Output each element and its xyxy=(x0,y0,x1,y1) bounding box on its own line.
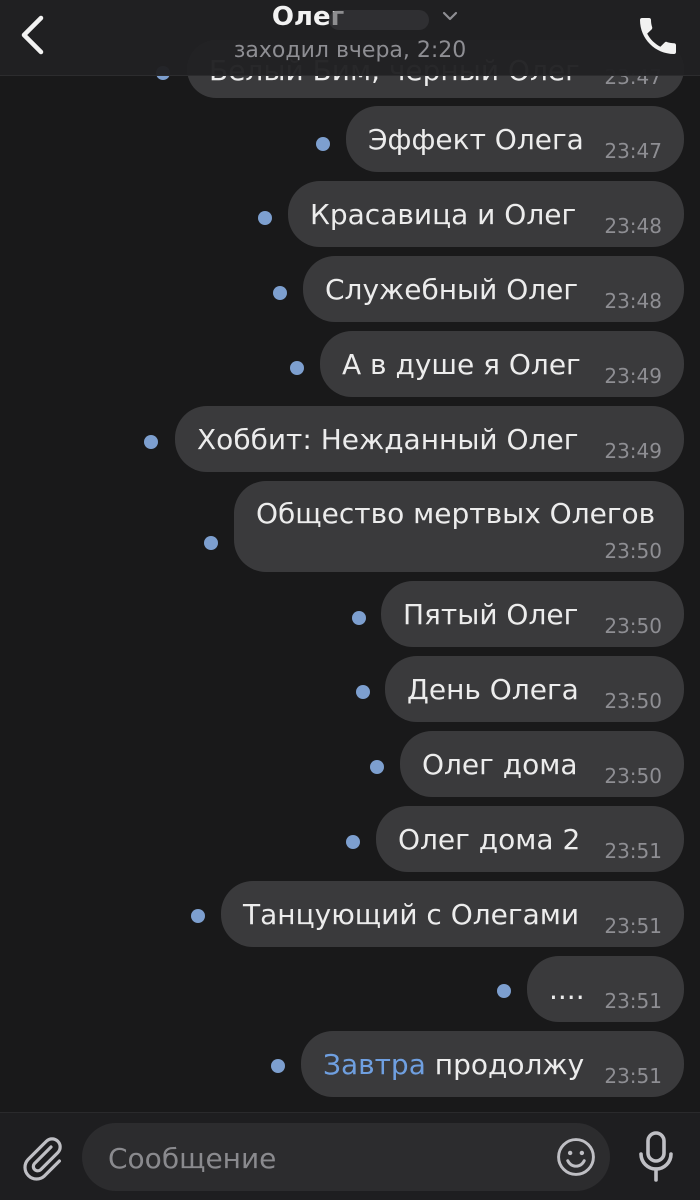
unread-indicator xyxy=(346,835,360,849)
unread-indicator xyxy=(356,685,370,699)
message-bubble[interactable]: А в душе я Олег 23:49 xyxy=(320,331,684,397)
message-text-rest: продолжу xyxy=(425,1048,585,1081)
message-bubble[interactable]: Завтра продолжу 23:51 xyxy=(301,1031,684,1097)
chat-screen: Белый Бим, черный Олег 23:47 Эффект Олег… xyxy=(0,0,700,1200)
message-time: 23:51 xyxy=(604,914,662,938)
message-input-box[interactable] xyxy=(82,1123,610,1191)
dropdown-chevron-icon xyxy=(442,11,458,21)
message-bubble[interactable]: .... 23:51 xyxy=(527,956,684,1022)
message-text: Эффект Олега xyxy=(368,123,584,156)
unread-indicator xyxy=(204,536,218,550)
unread-indicator xyxy=(258,211,272,225)
back-button[interactable] xyxy=(10,8,56,60)
message-text: Служебный Олег xyxy=(325,273,579,306)
message-time: 23:50 xyxy=(604,539,662,563)
message-time: 23:48 xyxy=(604,214,662,238)
unread-indicator xyxy=(290,361,304,375)
message-bubble[interactable]: Общество мертвых Олегов 23:50 xyxy=(234,481,684,572)
message-input[interactable] xyxy=(106,1133,550,1183)
message-time: 23:50 xyxy=(604,764,662,788)
message-text: Олег дома 2 xyxy=(398,823,581,856)
message-time: 23:51 xyxy=(604,839,662,863)
paperclip-icon xyxy=(23,1137,62,1181)
unread-indicator xyxy=(191,909,205,923)
chat-header: Олег заходил вчера, 2:20 xyxy=(0,0,700,76)
message-time: 23:49 xyxy=(604,364,662,388)
message-time: 23:49 xyxy=(604,439,662,463)
message-list[interactable]: Белый Бим, черный Олег 23:47 Эффект Олег… xyxy=(0,0,700,1112)
back-chevron-icon xyxy=(21,15,44,55)
message-bubble[interactable]: Олег дома 2 23:51 xyxy=(376,806,684,872)
message-bubble[interactable]: Хоббит: Нежданный Олег 23:49 xyxy=(175,406,684,472)
emoji-icon xyxy=(557,1138,595,1176)
message-time: 23:50 xyxy=(604,614,662,638)
message-link[interactable]: Завтра xyxy=(323,1048,426,1081)
message-text: Хоббит: Нежданный Олег xyxy=(197,423,579,456)
message-text: Завтра продолжу xyxy=(323,1048,584,1082)
message-bubble[interactable]: Танцующий с Олегами 23:51 xyxy=(221,881,684,947)
unread-indicator xyxy=(273,286,287,300)
message-time: 23:48 xyxy=(604,289,662,313)
message-text: Общество мертвых Олегов xyxy=(256,497,656,530)
unread-indicator xyxy=(370,760,384,774)
message-bubble[interactable]: Служебный Олег 23:48 xyxy=(303,256,684,322)
message-time: 23:50 xyxy=(604,689,662,713)
unread-indicator xyxy=(144,435,158,449)
message-bubble[interactable]: Красавица и Олег 23:48 xyxy=(288,181,684,247)
last-seen-status: заходил вчера, 2:20 xyxy=(233,38,467,63)
message-time: 23:51 xyxy=(604,989,662,1013)
chat-title[interactable]: Олег заходил вчера, 2:20 xyxy=(150,0,550,75)
message-text: .... xyxy=(549,973,585,1006)
message-text: Танцующий с Олегами xyxy=(243,898,580,931)
emoji-button[interactable] xyxy=(554,1135,598,1179)
message-composer xyxy=(0,1112,700,1200)
unread-indicator xyxy=(316,137,330,151)
unread-indicator xyxy=(497,984,511,998)
unread-indicator xyxy=(271,1059,285,1073)
microphone-icon xyxy=(639,1131,673,1182)
voice-message-button[interactable] xyxy=(634,1129,678,1185)
contact-name-obscured xyxy=(329,10,429,30)
phone-icon xyxy=(640,18,676,54)
message-bubble[interactable]: Эффект Олега 23:47 xyxy=(346,106,684,172)
message-text: Пятый Олег xyxy=(403,598,579,631)
call-button[interactable] xyxy=(634,12,682,60)
message-time: 23:47 xyxy=(604,139,662,163)
message-bubble[interactable]: Олег дома 23:50 xyxy=(400,731,684,797)
message-text: Красавица и Олег xyxy=(310,198,577,231)
attach-button[interactable] xyxy=(18,1133,66,1183)
message-time: 23:51 xyxy=(604,1064,662,1088)
message-bubble[interactable]: День Олега 23:50 xyxy=(385,656,684,722)
message-text: А в душе я Олег xyxy=(342,348,581,381)
unread-indicator xyxy=(352,611,366,625)
message-bubble[interactable]: Пятый Олег 23:50 xyxy=(381,581,684,647)
message-text: День Олега xyxy=(407,673,579,706)
message-text: Олег дома xyxy=(422,748,578,781)
contact-name[interactable]: Олег xyxy=(150,2,550,32)
